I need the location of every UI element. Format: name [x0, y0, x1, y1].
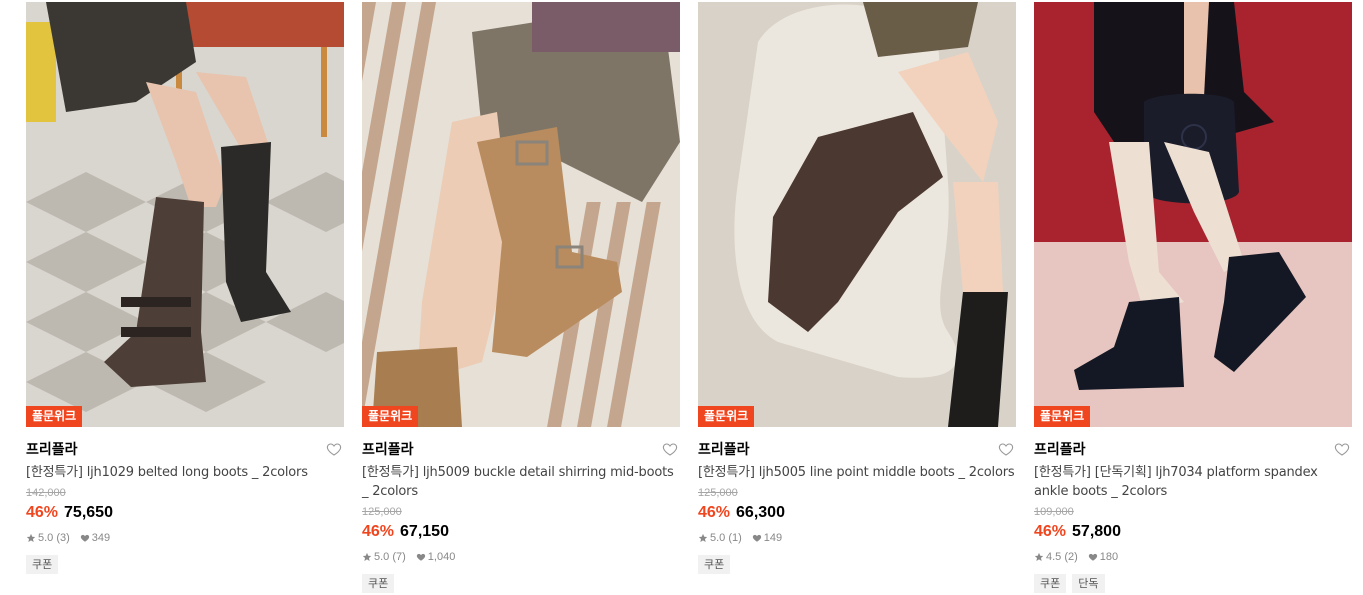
price-row: 46% 66,300	[698, 502, 1016, 524]
heart-filled-icon	[752, 534, 761, 542]
original-price: 109,000	[1034, 506, 1074, 518]
discount-rate: 46%	[1034, 523, 1067, 540]
like-count: 149	[763, 532, 783, 544]
like-count: 180	[1099, 551, 1119, 563]
boots-photo-icon	[698, 2, 1016, 427]
promo-badge: 풀문위크	[698, 406, 755, 427]
tag-coupon: 쿠폰	[1034, 574, 1067, 593]
heart-icon[interactable]	[326, 441, 342, 457]
tag-exclusive: 단독	[1072, 574, 1105, 593]
tag-coupon: 쿠폰	[26, 555, 59, 574]
price-row: 46% 57,800	[1034, 521, 1352, 543]
product-title[interactable]: [한정특가] ljh1029 belted long boots _ 2colo…	[26, 463, 344, 482]
product-card[interactable]: 풀문위크 프리플라 [한정특가] ljh1029 belted long boo…	[26, 2, 344, 574]
boots-photo-icon	[26, 2, 344, 427]
star-icon	[362, 552, 372, 561]
star-icon	[698, 533, 708, 542]
heart-icon[interactable]	[998, 441, 1014, 457]
boots-photo-icon	[362, 2, 680, 427]
promo-badge: 풀문위크	[26, 406, 83, 427]
sale-price: 57,800	[1072, 523, 1121, 540]
sale-price: 66,300	[736, 504, 785, 521]
rating: 4.5 (2)	[1046, 551, 1078, 563]
product-image[interactable]: 풀문위크	[362, 2, 680, 427]
price-row: 46% 67,150	[362, 521, 680, 543]
product-card[interactable]: 풀문위크 프리플라 [한정특가] [단독기획] ljh7034 platform…	[1034, 2, 1352, 593]
tag-list: 쿠폰 단독	[1034, 574, 1352, 593]
heart-icon[interactable]	[662, 441, 678, 457]
brand-name[interactable]: 프리플라	[26, 439, 344, 461]
product-card[interactable]: 풀문위크 프리플라 [한정특가] ljh5005 line point midd…	[698, 2, 1016, 574]
brand-name[interactable]: 프리플라	[1034, 439, 1352, 461]
discount-rate: 46%	[26, 504, 59, 521]
tag-coupon: 쿠폰	[362, 574, 395, 593]
original-price: 142,000	[26, 487, 66, 499]
like-count: 349	[91, 532, 111, 544]
product-title[interactable]: [한정특가] ljh5005 line point middle boots _…	[698, 463, 1016, 482]
product-title[interactable]: [한정특가] [단독기획] ljh7034 platform spandex a…	[1034, 463, 1352, 501]
review-meta: 5.0 (3) 349	[26, 531, 344, 545]
star-icon	[1034, 552, 1044, 561]
heart-filled-icon	[80, 534, 89, 542]
brand-row: 프리플라	[26, 439, 344, 461]
product-image[interactable]: 풀문위크	[26, 2, 344, 427]
tag-list: 쿠폰	[698, 555, 1016, 574]
rating: 5.0 (7)	[374, 551, 406, 563]
heart-filled-icon	[1088, 553, 1097, 561]
product-image[interactable]: 풀문위크	[698, 2, 1016, 427]
sale-price: 75,650	[64, 504, 113, 521]
original-price: 125,000	[698, 487, 738, 499]
review-meta: 4.5 (2) 180	[1034, 550, 1352, 564]
like-count: 1,040	[427, 551, 456, 563]
promo-badge: 풀문위크	[1034, 406, 1091, 427]
brand-row: 프리플라	[698, 439, 1016, 461]
heart-filled-icon	[416, 553, 425, 561]
original-price: 125,000	[362, 506, 402, 518]
review-meta: 5.0 (7) 1,040	[362, 550, 680, 564]
rating: 5.0 (3)	[38, 532, 70, 544]
rating: 5.0 (1)	[710, 532, 742, 544]
price-row: 46% 75,650	[26, 502, 344, 524]
discount-rate: 46%	[698, 504, 731, 521]
promo-badge: 풀문위크	[362, 406, 419, 427]
product-card[interactable]: 풀문위크 프리플라 [한정특가] ljh5009 buckle detail s…	[362, 2, 680, 593]
heart-icon[interactable]	[1334, 441, 1350, 457]
brand-row: 프리플라	[362, 439, 680, 461]
tag-list: 쿠폰	[26, 555, 344, 574]
star-icon	[26, 533, 36, 542]
discount-rate: 46%	[362, 523, 395, 540]
brand-row: 프리플라	[1034, 439, 1352, 461]
product-title[interactable]: [한정특가] ljh5009 buckle detail shirring mi…	[362, 463, 680, 501]
brand-name[interactable]: 프리플라	[698, 439, 1016, 461]
tag-coupon: 쿠폰	[698, 555, 731, 574]
sale-price: 67,150	[400, 523, 449, 540]
tag-list: 쿠폰	[362, 574, 680, 593]
brand-name[interactable]: 프리플라	[362, 439, 680, 461]
review-meta: 5.0 (1) 149	[698, 531, 1016, 545]
product-image[interactable]: 풀문위크	[1034, 2, 1352, 427]
boots-photo-icon	[1034, 2, 1352, 427]
